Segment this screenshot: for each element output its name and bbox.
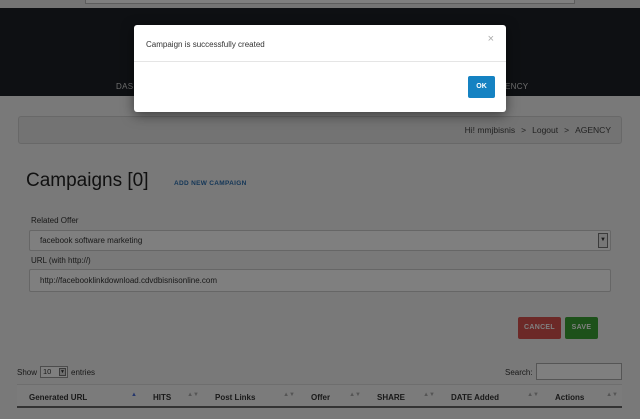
- dialog-message: Campaign is successfully created: [146, 40, 265, 49]
- close-icon[interactable]: ×: [488, 33, 494, 45]
- dialog-header: Campaign is successfully created ×: [134, 25, 506, 62]
- success-dialog: Campaign is successfully created × OK: [134, 25, 506, 112]
- ok-button[interactable]: OK: [468, 76, 495, 98]
